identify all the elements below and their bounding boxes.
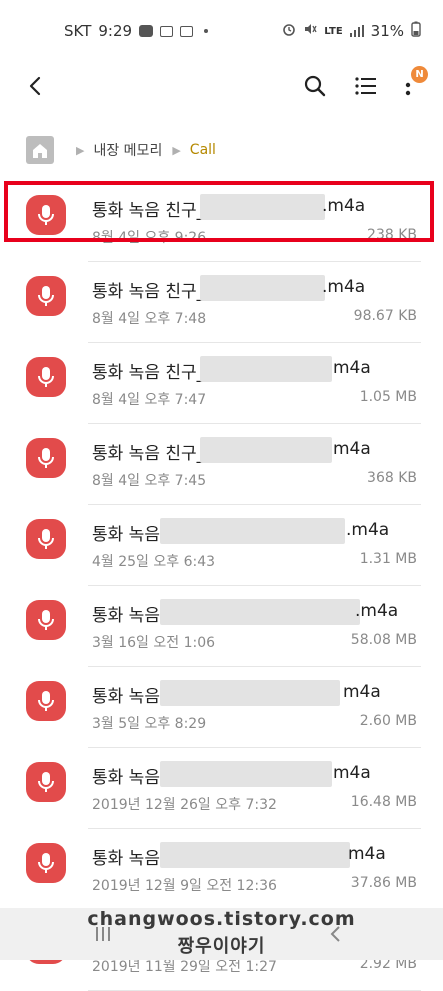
voice-recorder-file-icon <box>26 438 66 478</box>
redacted-name-mask <box>200 194 325 220</box>
alarm-icon <box>282 22 296 40</box>
file-date: 2019년 12월 26일 오후 7:32 <box>92 797 277 813</box>
status-right: LTE 31% <box>282 21 421 41</box>
file-list: 통화 녹음 친구_ .m4a 8월 4일 오후 9:26 238 KB 통화 녹음 친구… <box>0 181 443 991</box>
more-notifications-icon <box>204 29 209 33</box>
file-list-item[interactable]: 통화 녹음 .m4a 4월 25일 오후 6:43 1.31 MB <box>0 505 443 586</box>
file-extension: m4a <box>333 439 371 459</box>
home-folder-icon <box>33 144 47 158</box>
file-name: 통화 녹음 친구_ <box>92 363 206 383</box>
file-date: 8월 4일 오후 7:47 <box>92 392 207 408</box>
crumb-separator-icon: ▶ <box>76 143 85 157</box>
file-name: 통화 녹음 친구_ <box>92 201 206 221</box>
file-name: 통화 녹음 <box>92 606 160 626</box>
file-list-item[interactable]: 통화 녹음 친구_ .m4a 8월 4일 오후 9:26 238 KB <box>0 181 443 262</box>
status-bar: SKT 9:29 LTE 31% <box>0 0 443 62</box>
voice-recorder-file-icon <box>26 276 66 316</box>
clock: 9:29 <box>98 22 133 40</box>
crumb-current-folder[interactable]: Call <box>190 142 216 158</box>
file-list-item[interactable]: 통화 녹음 m4a 2019년 12월 9일 오전 12:36 37.86 MB <box>0 829 443 910</box>
redacted-name-mask <box>160 518 345 544</box>
file-list-item[interactable]: 통화 녹음 친구_ m4a 8월 4일 오후 7:47 1.05 MB <box>0 343 443 424</box>
redacted-name-mask <box>160 680 340 706</box>
file-size: 16.48 MB <box>350 794 417 810</box>
file-list-item[interactable]: 통화 녹음 친구_ .m4a 8월 4일 오후 7:48 98.67 KB <box>0 262 443 343</box>
crumb-internal-storage[interactable]: 내장 메모리 <box>93 140 162 160</box>
file-date: 3월 5일 오후 8:29 <box>92 716 207 732</box>
file-date: 8월 4일 오후 9:26 <box>92 230 207 246</box>
file-date: 3월 16일 오전 1:06 <box>92 635 216 651</box>
file-name: 통화 녹음 <box>92 849 160 869</box>
file-extension: .m4a <box>355 601 399 621</box>
battery-percent: 31% <box>370 22 404 40</box>
redacted-name-mask <box>200 437 332 463</box>
battery-icon <box>411 21 421 41</box>
file-date: 4월 25일 오후 6:43 <box>92 554 216 570</box>
message-icon <box>139 25 154 37</box>
file-list-item[interactable]: 통화 녹음 .m4a 3월 16일 오전 1:06 58.08 MB <box>0 586 443 667</box>
voice-recorder-file-icon <box>26 195 66 235</box>
file-name: 통화 녹음 <box>92 687 160 707</box>
home-crumb[interactable] <box>26 136 54 164</box>
redacted-name-mask <box>200 356 332 382</box>
file-date: 2019년 12월 9일 오전 12:36 <box>92 878 277 894</box>
status-left: SKT 9:29 <box>64 22 209 40</box>
file-name: 통화 녹음 친구_ <box>92 282 206 302</box>
voice-recorder-file-icon <box>26 357 66 397</box>
file-extension: m4a <box>333 358 371 378</box>
search-icon <box>304 75 326 97</box>
lte-indicator: LTE <box>324 25 343 37</box>
file-date: 8월 4일 오후 7:45 <box>92 473 207 489</box>
file-date: 8월 4일 오후 7:48 <box>92 311 207 327</box>
breadcrumb: ▶ 내장 메모리 ▶ Call <box>26 134 216 166</box>
file-size: 37.86 MB <box>350 875 417 891</box>
back-button[interactable] <box>22 72 50 100</box>
redacted-name-mask <box>160 761 332 787</box>
file-list-item[interactable]: 통화 녹음 m4a 2019년 12월 26일 오후 7:32 16.48 MB <box>0 748 443 829</box>
voice-recorder-file-icon <box>26 600 66 640</box>
file-extension: m4a <box>333 763 371 783</box>
arrow-back-icon <box>29 76 41 96</box>
file-size: 368 KB <box>367 470 417 486</box>
carrier-label: SKT <box>64 22 92 40</box>
file-size: 1.05 MB <box>359 389 417 405</box>
redacted-name-mask <box>160 842 350 868</box>
voice-recorder-file-icon <box>26 519 66 559</box>
file-extension: m4a <box>348 844 386 864</box>
file-list-item[interactable]: 통화 녹음 m4a 3월 5일 오후 8:29 2.60 MB <box>0 667 443 748</box>
file-name: 통화 녹음 친구_ <box>92 444 206 464</box>
file-name: 통화 녹음 <box>92 525 160 545</box>
voice-recorder-file-icon <box>26 843 66 883</box>
list-view-icon <box>355 77 376 95</box>
file-size: 238 KB <box>367 227 417 243</box>
file-name: 통화 녹음 <box>92 768 160 788</box>
mute-icon <box>303 22 317 40</box>
crumb-separator-icon: ▶ <box>172 143 181 157</box>
file-size: 58.08 MB <box>350 632 417 648</box>
file-size: 98.67 KB <box>353 308 417 324</box>
file-extension: .m4a <box>322 277 366 297</box>
search-button[interactable] <box>301 72 329 100</box>
signal-icon <box>349 25 364 37</box>
redacted-name-mask <box>200 275 325 301</box>
redacted-name-mask <box>160 599 360 625</box>
file-extension: m4a <box>343 682 381 702</box>
notification-badge: N <box>411 66 428 83</box>
file-extension: .m4a <box>346 520 390 540</box>
file-size: 2.60 MB <box>359 713 417 729</box>
watermark-url: changwoos.tistory.com <box>87 908 356 930</box>
file-list-item[interactable]: 통화 녹음 친구_ m4a 8월 4일 오후 7:45 368 KB <box>0 424 443 505</box>
voicemail-icon <box>180 25 194 37</box>
gallery-icon <box>160 25 174 37</box>
toolbar: N <box>0 62 443 110</box>
file-size: 1.31 MB <box>359 551 417 567</box>
voice-recorder-file-icon <box>26 681 66 721</box>
watermark-name: 짱우이야기 <box>177 936 266 957</box>
voice-recorder-file-icon <box>26 762 66 802</box>
file-extension: .m4a <box>322 196 366 216</box>
list-view-button[interactable] <box>352 72 380 100</box>
